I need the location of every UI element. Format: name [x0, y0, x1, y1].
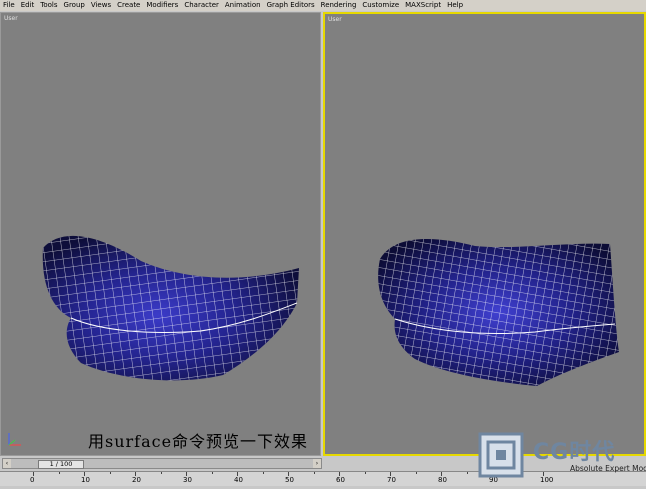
ruler-label: 20	[132, 476, 141, 484]
menu-item-file[interactable]: File	[0, 0, 18, 11]
menu-item-graph-editors[interactable]: Graph Editors	[264, 0, 318, 11]
menu-item-help[interactable]: Help	[444, 0, 466, 11]
ruler-tick	[160, 472, 162, 474]
menu-item-animation[interactable]: Animation	[222, 0, 264, 11]
surface-mesh-left	[42, 235, 299, 381]
ruler-label: 40	[234, 476, 243, 484]
cg-logo-icon	[478, 432, 524, 478]
ruler-tick	[58, 472, 60, 474]
menu-item-views[interactable]: Views	[88, 0, 114, 11]
ruler-label: 10	[81, 476, 90, 484]
ruler-tick	[211, 472, 213, 474]
menu-item-edit[interactable]: Edit	[18, 0, 38, 11]
menu-item-group[interactable]: Group	[61, 0, 88, 11]
caption-text: 用surface命令预览一下效果	[88, 432, 309, 451]
ruler-tick	[466, 472, 468, 474]
time-slider[interactable]: ‹ 1 / 100 ›	[2, 458, 322, 469]
logo-text: CG时代	[533, 440, 616, 465]
ruler-label: 60	[336, 476, 345, 484]
menu-bar: File Edit Tools Group Views Create Modifiers Ch…	[0, 0, 646, 11]
ruler-label: 80	[438, 476, 447, 484]
ruler-tick	[415, 472, 417, 474]
menu-item-maxscript[interactable]: MAXScript	[402, 0, 444, 11]
logo-subtitle: Absolute Expert Mode	[570, 464, 646, 473]
viewport-left[interactable]: User	[0, 12, 321, 456]
menu-item-create[interactable]: Create	[114, 0, 143, 11]
frame-counter[interactable]: 1 / 100	[38, 460, 84, 469]
menu-item-modifiers[interactable]: Modifiers	[143, 0, 181, 11]
ruler-tick	[313, 472, 315, 474]
ruler-tick	[364, 472, 366, 474]
slider-right-arrow-icon[interactable]: ›	[313, 459, 321, 468]
ruler-label: 30	[183, 476, 192, 484]
ruler-label: 0	[30, 476, 35, 484]
axis-gizmo-icon	[8, 433, 21, 446]
ruler-label: 70	[387, 476, 396, 484]
ruler-label: 50	[285, 476, 294, 484]
ruler-tick	[109, 472, 111, 474]
viewport-right-active[interactable]: User	[323, 12, 646, 456]
surface-mesh-right	[378, 239, 619, 386]
ruler-tick	[262, 472, 264, 474]
slider-left-arrow-icon[interactable]: ‹	[3, 459, 11, 468]
menu-item-tools[interactable]: Tools	[37, 0, 60, 11]
menu-item-rendering[interactable]: Rendering	[318, 0, 360, 11]
menu-item-customize[interactable]: Customize	[359, 0, 402, 11]
logo-watermark: CG时代 Absolute Expert Mode	[470, 428, 646, 485]
menu-item-character[interactable]: Character	[181, 0, 222, 11]
